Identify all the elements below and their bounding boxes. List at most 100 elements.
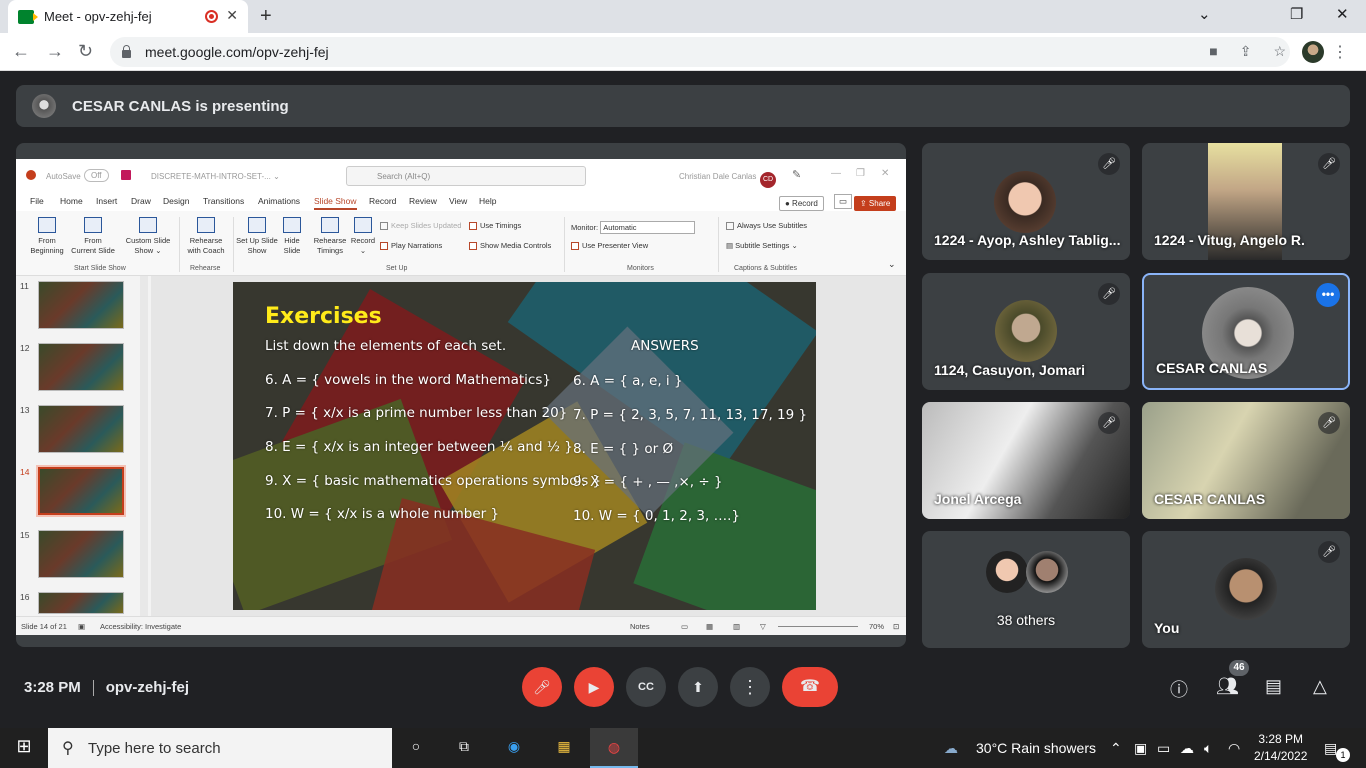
participant-tile[interactable]: 🎤︎ Jonel Arcega — [922, 402, 1130, 519]
zoom-slider[interactable] — [778, 626, 858, 627]
accessibility-status[interactable]: Accessibility: Investigate — [100, 622, 181, 631]
menu-transitions[interactable]: Transitions — [203, 196, 244, 206]
self-tile[interactable]: 🎤︎ You — [1142, 531, 1350, 648]
rehearse-timings-button[interactable]: Rehearse Timings — [312, 217, 348, 256]
volume-icon[interactable]: 🔈︎ — [1204, 740, 1212, 757]
edge-icon[interactable]: ◉ — [504, 738, 524, 758]
custom-show-button[interactable]: Custom Slide Show ⌄ — [124, 217, 172, 256]
cortana-icon[interactable]: ○ — [406, 738, 426, 758]
participant-tile[interactable]: 🎤︎ 1224 - Ayop, Ashley Tablig... — [922, 143, 1130, 260]
slide-thumbnail-11[interactable] — [38, 281, 124, 329]
camera-toggle-button[interactable]: ▶ — [574, 667, 614, 707]
slide-thumbnail-14[interactable] — [38, 467, 124, 515]
autosave-toggle[interactable]: Off — [84, 169, 109, 182]
tray-overflow-icon[interactable]: ⌃ — [1110, 740, 1122, 757]
participant-tile-active[interactable]: ••• CESAR CANLAS — [1142, 273, 1350, 390]
menu-file[interactable]: File — [30, 196, 44, 206]
menu-slide-show[interactable]: Slide Show — [314, 196, 357, 210]
wifi-icon[interactable]: ◠ — [1228, 740, 1240, 757]
weather-text[interactable]: 30°C Rain showers — [976, 740, 1096, 756]
hide-slide-button[interactable]: Hide Slide — [280, 217, 304, 256]
keep-updated-checkbox[interactable]: Keep Slides Updated — [380, 221, 461, 231]
ppt-record-button[interactable]: ● Record — [779, 196, 824, 211]
normal-view-icon[interactable]: ▭ — [681, 622, 688, 631]
ppt-minimize-icon[interactable]: — — [831, 168, 841, 179]
save-icon[interactable] — [121, 170, 131, 180]
menu-design[interactable]: Design — [163, 196, 189, 206]
new-tab-button[interactable]: + — [260, 5, 272, 28]
menu-review[interactable]: Review — [409, 196, 437, 206]
slide-thumbnail-16[interactable] — [38, 592, 124, 614]
ppt-user-avatar[interactable]: CD — [760, 172, 776, 188]
people-icon[interactable]: 👥︎ — [1216, 676, 1239, 697]
fit-window-icon[interactable]: ⊡ — [893, 622, 899, 631]
taskbar-clock[interactable]: 3:28 PM 2/14/2022 — [1254, 731, 1307, 765]
windows-start-icon[interactable]: ⊞ — [14, 736, 34, 756]
minimize-button[interactable]: ⌄ — [1198, 5, 1211, 23]
captions-button[interactable]: CC — [626, 667, 666, 707]
meet-tray-icon[interactable]: ▣ — [1134, 740, 1147, 757]
record-ribbon-button[interactable]: Record ⌄ — [350, 217, 376, 256]
camera-icon[interactable]: ■ — [1209, 43, 1217, 60]
collapse-ribbon-icon[interactable]: ⌄ — [888, 259, 896, 270]
participant-tile[interactable]: 🎤︎ CESAR CANLAS — [1142, 402, 1350, 519]
presenter-view-checkbox[interactable]: Use Presenter View — [571, 241, 648, 251]
tab-close-button[interactable]: ✕ — [226, 7, 238, 24]
ppt-search-box[interactable]: Search (Alt+Q) — [346, 166, 586, 186]
leave-call-button[interactable]: ☎ — [782, 667, 838, 707]
mic-toggle-button[interactable]: 🎤︎ — [522, 667, 562, 707]
more-options-icon[interactable]: ⋮ — [730, 667, 770, 707]
from-beginning-button[interactable]: From Beginning — [26, 217, 68, 256]
comments-icon[interactable]: ▭ — [834, 194, 853, 209]
chat-icon[interactable]: ▤ — [1265, 676, 1282, 697]
menu-home[interactable]: Home — [60, 196, 83, 206]
document-title[interactable]: DISCRETE-MATH-INTRO-SET-... ⌄ — [151, 172, 280, 181]
thumbnail-scrollbar[interactable] — [140, 276, 148, 616]
play-narrations-checkbox[interactable]: Play Narrations — [380, 241, 442, 251]
store-icon[interactable]: ▦ — [554, 738, 574, 758]
menu-record[interactable]: Record — [369, 196, 396, 206]
setup-show-button[interactable]: Set Up Slide Show — [236, 217, 278, 256]
monitor-dropdown[interactable]: Automatic — [600, 221, 696, 234]
notes-button[interactable]: Notes — [630, 622, 650, 631]
slide-thumbnail-12[interactable] — [38, 343, 124, 391]
pen-icon[interactable]: ✎ — [792, 168, 801, 181]
taskbar-search[interactable]: ⚲ Type here to search — [48, 728, 392, 768]
chrome-icon[interactable]: ◍ — [590, 728, 638, 768]
back-arrow-icon[interactable]: ← — [12, 41, 30, 62]
others-tile[interactable]: 38 others — [922, 531, 1130, 648]
info-icon[interactable]: ⓘ — [1170, 676, 1188, 702]
menu-help[interactable]: Help — [479, 196, 496, 206]
from-current-button[interactable]: From Current Slide — [71, 217, 115, 256]
more-options-button[interactable]: ••• — [1316, 283, 1340, 307]
task-view-icon[interactable]: ⧉ — [454, 738, 474, 758]
activities-icon[interactable]: △ — [1313, 676, 1327, 697]
menu-draw[interactable]: Draw — [131, 196, 151, 206]
present-button[interactable]: ⬆ — [678, 667, 718, 707]
browser-tab-meet[interactable]: Meet - opv-zehj-fej ✕ — [8, 0, 248, 33]
window-close-button[interactable]: ✕ — [1336, 5, 1349, 23]
slide-thumbnail-15[interactable] — [38, 530, 124, 578]
reload-icon[interactable]: ↻ — [78, 41, 93, 62]
restore-button[interactable]: ❐ — [1290, 5, 1303, 23]
menu-insert[interactable]: Insert — [96, 196, 117, 206]
rehearse-coach-button[interactable]: Rehearse with Coach — [184, 217, 228, 256]
menu-view[interactable]: View — [449, 196, 467, 206]
zoom-level[interactable]: 70% — [869, 622, 884, 631]
share-icon[interactable]: ⇪ — [1240, 43, 1252, 60]
always-subtitles-checkbox[interactable]: Always Use Subtitles — [726, 221, 807, 231]
browser-menu-icon[interactable]: ⋮ — [1332, 42, 1348, 62]
participant-tile[interactable]: 🎤︎ 1224 - Vitug, Angelo R. — [1142, 143, 1350, 260]
onedrive-icon[interactable]: ☁ — [1180, 740, 1194, 757]
show-media-checkbox[interactable]: Show Media Controls — [469, 241, 551, 251]
ppt-share-button[interactable]: ⇪ Share — [854, 196, 897, 211]
sorter-view-icon[interactable]: ▦ — [706, 622, 713, 631]
subtitle-settings-button[interactable]: ▤ Subtitle Settings ⌄ — [726, 241, 798, 250]
ppt-close-icon[interactable]: ✕ — [881, 168, 889, 179]
slideshow-view-icon[interactable]: ▽ — [760, 622, 766, 631]
slide-thumbnail-13[interactable] — [38, 405, 124, 453]
battery-icon[interactable]: ▭ — [1157, 740, 1170, 757]
star-icon[interactable]: ☆ — [1273, 43, 1286, 60]
spellcheck-icon[interactable]: ▣ — [78, 622, 85, 631]
profile-avatar[interactable] — [1302, 41, 1324, 63]
